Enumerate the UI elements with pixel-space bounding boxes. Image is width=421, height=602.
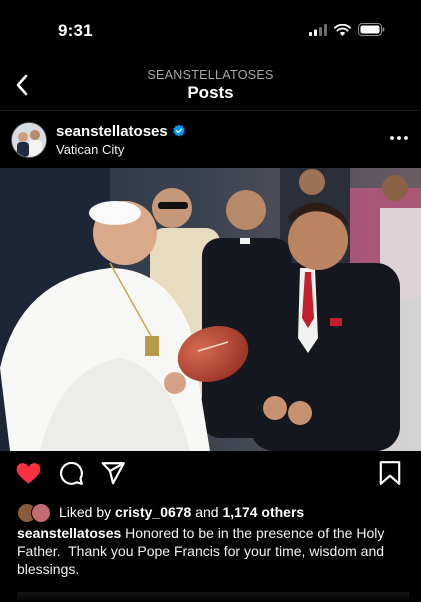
heart-icon[interactable] <box>15 460 42 487</box>
avatar[interactable] <box>11 122 47 158</box>
likes-count[interactable]: 1,174 others <box>222 504 304 520</box>
post-caption: seanstellatoses Honored to be in the pre… <box>17 524 409 578</box>
post-username-row[interactable]: seanstellatoses <box>56 123 186 140</box>
bookmark-icon[interactable] <box>378 460 402 486</box>
liked-by-avatars <box>17 502 53 523</box>
liked-by-user[interactable]: cristy_0678 <box>115 504 191 520</box>
post-photo[interactable] <box>0 168 421 451</box>
post-header: seanstellatoses Vatican City <box>0 118 421 164</box>
post-actions <box>0 456 421 492</box>
status-time: 9:31 <box>58 21 93 40</box>
share-icon[interactable] <box>100 460 126 486</box>
cut-off-row <box>17 592 409 602</box>
status-icons <box>309 23 385 36</box>
page-title: Posts <box>187 83 234 102</box>
header-divider <box>0 110 421 111</box>
more-options-icon[interactable] <box>389 128 409 148</box>
status-bar: 9:31 <box>0 0 421 54</box>
liker-avatar <box>31 503 51 523</box>
liked-by-prefix: Liked by <box>59 504 116 520</box>
post-username[interactable]: seanstellatoses <box>56 123 168 140</box>
liked-by-middle: and <box>191 504 223 520</box>
post-location[interactable]: Vatican City <box>56 142 124 157</box>
verified-badge-icon <box>172 124 185 137</box>
nav-username: SEANSTELLATOSES <box>147 68 274 82</box>
battery-icon <box>358 23 385 36</box>
nav-header: SEANSTELLATOSES Posts <box>0 62 421 108</box>
wifi-icon <box>334 23 351 36</box>
signal-icon <box>309 23 327 36</box>
liked-by-row[interactable]: Liked by cristy_0678 and 1,174 others <box>17 502 304 523</box>
caption-username[interactable]: seanstellatoses <box>17 525 121 541</box>
comment-icon[interactable] <box>58 460 84 486</box>
